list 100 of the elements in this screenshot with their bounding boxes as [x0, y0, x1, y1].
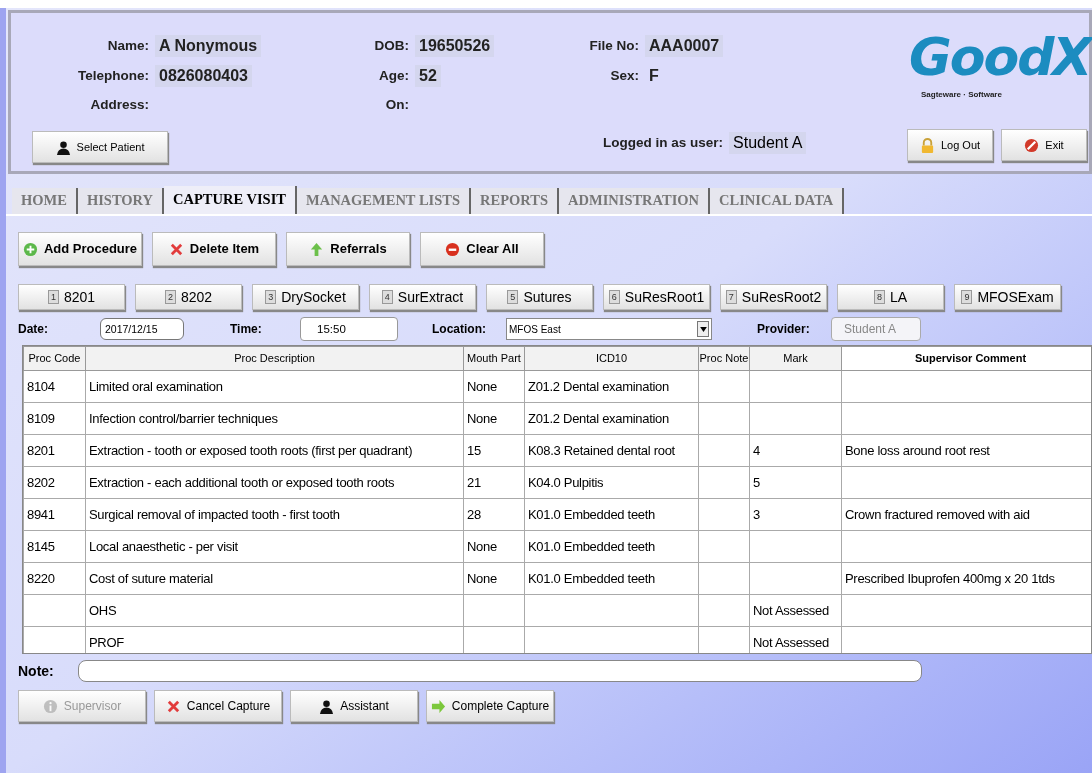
- logged-in-user: Student A: [729, 132, 807, 154]
- table-cell: 8145: [27, 538, 55, 554]
- shortcut-button[interactable]: 3 DrySocket: [252, 284, 359, 310]
- tab[interactable]: HOME: [12, 188, 78, 214]
- shortcut-button[interactable]: 6 SuResRoot1: [603, 284, 710, 310]
- shortcut-key: 4: [381, 290, 393, 304]
- action-button[interactable]: Add Procedure: [18, 232, 142, 266]
- field-label: On:: [384, 96, 410, 114]
- table-cell: Local anaesthetic - per visit: [89, 538, 238, 554]
- tab[interactable]: REPORTS: [471, 188, 559, 214]
- shortcut-key: 2: [164, 290, 176, 304]
- shortcut-key: 1: [47, 290, 59, 304]
- table-cell: None: [467, 538, 497, 554]
- shortcut-button[interactable]: 4 SurExtract: [369, 284, 476, 310]
- caret-icon: [697, 321, 709, 337]
- person-icon: [319, 698, 335, 714]
- close-icon: [165, 698, 181, 714]
- column-header[interactable]: Mouth Part: [463, 346, 525, 371]
- footer-button[interactable]: Complete Capture: [426, 690, 554, 722]
- shortcut-button[interactable]: 8 LA: [837, 284, 944, 310]
- field-label: Name:: [106, 36, 150, 55]
- column-header[interactable]: Proc Code: [23, 346, 86, 371]
- footer-button[interactable]: Cancel Capture: [154, 690, 282, 722]
- action-button[interactable]: Delete Item: [152, 232, 276, 266]
- field-label: File No:: [588, 36, 640, 55]
- location-dropdown[interactable]: MFOS East: [506, 318, 712, 340]
- field-label: DOB:: [373, 36, 410, 55]
- table-cell: 8104: [27, 378, 55, 394]
- date-field[interactable]: 2017/12/15: [100, 318, 184, 340]
- table-cell: PROF: [89, 634, 124, 650]
- shortcut-button[interactable]: 9 MFOSExam: [954, 284, 1061, 310]
- action-button[interactable]: Clear All: [420, 232, 544, 266]
- table-cell: 8202: [27, 474, 55, 490]
- table-cell: Not Assessed: [753, 634, 829, 650]
- table-cell: Extraction - each additional tooth or exposed tooth roots: [89, 474, 395, 490]
- table-cell: Z01.2 Dental examination: [528, 378, 669, 394]
- table-cell: Not Assessed: [753, 602, 829, 618]
- tab[interactable]: ADMINISTRATION: [559, 188, 711, 214]
- shortcut-key: 6: [608, 290, 620, 304]
- table-cell: 8941: [27, 506, 55, 522]
- exit-button[interactable]: Exit: [1001, 129, 1087, 161]
- table-cell: 8201: [27, 442, 55, 458]
- table-cell: 21: [467, 474, 481, 490]
- table-cell: None: [467, 410, 497, 426]
- action-button[interactable]: Referrals: [286, 232, 410, 266]
- table-cell: 3: [753, 506, 760, 522]
- tab[interactable]: HISTORY: [77, 188, 165, 214]
- shortcut-button[interactable]: 2 8202: [135, 284, 242, 310]
- table-cell: None: [467, 378, 497, 394]
- field-label: Location:: [432, 321, 487, 338]
- field-label: Age:: [378, 66, 410, 85]
- file-number: AAA0007: [645, 35, 724, 57]
- column-header[interactable]: Mark: [749, 346, 842, 371]
- shortcut-key: 3: [265, 290, 277, 304]
- shortcut-button[interactable]: 5 Sutures: [486, 284, 593, 310]
- column-header[interactable]: ICD10: [524, 346, 699, 371]
- field-label: Time:: [230, 321, 263, 338]
- log-out-button[interactable]: Log Out: [907, 129, 993, 161]
- up-arrow-icon: [309, 241, 325, 257]
- shortcut-button[interactable]: 1 8201: [18, 284, 125, 310]
- shortcut-key: 5: [507, 290, 519, 304]
- logo-tagline: Sagteware · Software: [921, 89, 1002, 101]
- field-label: Address:: [89, 96, 150, 114]
- table-cell: K08.3 Retained dental root: [528, 442, 675, 458]
- shortcut-key: 8: [873, 290, 885, 304]
- table-cell: 8220: [27, 570, 55, 586]
- table-cell: 4: [753, 442, 760, 458]
- field-label: Logged in as user:: [603, 133, 724, 152]
- table-cell: Extraction - tooth or exposed tooth roots (first per quadrant): [89, 442, 413, 458]
- shortcut-key: 7: [725, 290, 737, 304]
- table-cell: OHS: [89, 602, 117, 618]
- column-header[interactable]: Supervisor Comment: [841, 346, 1091, 371]
- shortcut-button[interactable]: 7 SuResRoot2: [720, 284, 827, 310]
- shortcut-key: 9: [961, 290, 973, 304]
- table-cell: Limited oral examination: [89, 378, 223, 394]
- info-icon: [42, 698, 58, 714]
- table-cell: 15: [467, 442, 481, 458]
- person-icon: [55, 139, 71, 155]
- field-label: Telephone:: [77, 66, 150, 85]
- table-cell: Bone loss around root rest: [845, 442, 990, 458]
- close-icon: [168, 241, 184, 257]
- minus-circle-icon: [445, 241, 461, 257]
- field-label: Date:: [18, 321, 49, 338]
- field-label: Provider:: [757, 321, 811, 338]
- tab[interactable]: CAPTURE VISIT: [164, 186, 297, 214]
- column-header[interactable]: Proc Description: [85, 346, 464, 371]
- time-field[interactable]: 15:50: [300, 317, 398, 341]
- note-field[interactable]: [77, 660, 922, 682]
- tab[interactable]: CLINICAL DATA: [710, 188, 845, 214]
- padlock-icon: [919, 137, 935, 153]
- plus-circle-icon: [22, 241, 38, 257]
- select-patient-button[interactable]: Select Patient: [32, 131, 168, 163]
- column-header[interactable]: Proc Note: [698, 346, 750, 371]
- dob-value: 19650526: [415, 35, 495, 57]
- table-cell: Surgical removal of impacted tooth - first tooth: [89, 506, 340, 522]
- tab[interactable]: MANAGEMENT LISTS: [297, 188, 471, 214]
- table-cell: K01.0 Embedded teeth: [528, 570, 655, 586]
- table-cell: Cost of suture material: [89, 570, 213, 586]
- field-label: Sex:: [609, 66, 640, 85]
- footer-button[interactable]: Assistant: [290, 690, 418, 722]
